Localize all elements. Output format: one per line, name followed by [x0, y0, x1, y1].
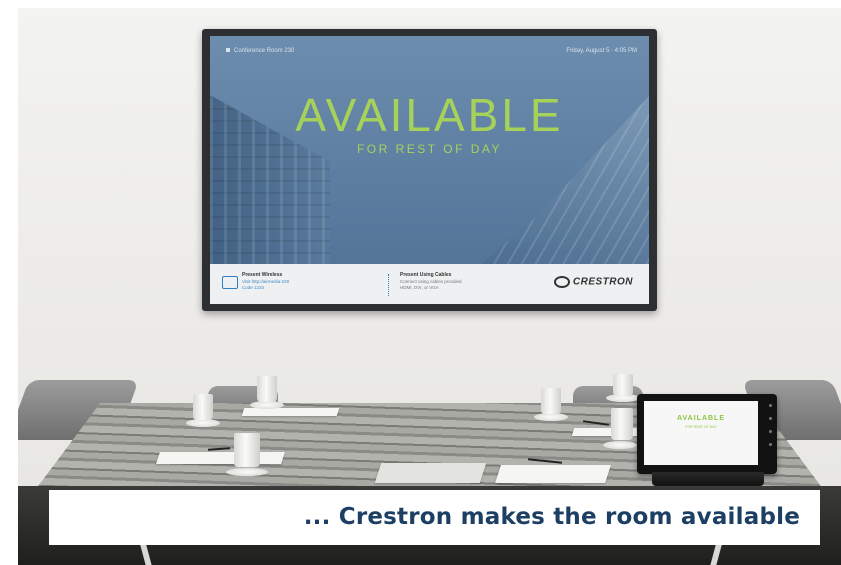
cable-present-icon	[388, 274, 395, 296]
crestron-logo: CRESTRON	[553, 276, 633, 288]
room-name: Conference Room 230	[226, 48, 294, 54]
notepad	[241, 408, 340, 416]
touch-panel-status: AVAILABLE	[676, 415, 726, 422]
hard-button[interactable]	[769, 430, 772, 433]
saucer	[250, 401, 284, 409]
room-touch-panel[interactable]: AVAILABLE FOR REST OF DAY	[637, 394, 777, 474]
saucer	[534, 413, 568, 421]
present-cables-instructions: Connect using cables provided	[400, 279, 462, 284]
saucer	[226, 468, 268, 476]
conference-room-photo: Conference Room 230 Friday, August 5 · 4…	[18, 8, 841, 565]
notepad	[571, 428, 645, 436]
coffee-cup	[234, 433, 260, 467]
present-wireless-code: Code 1234	[242, 285, 265, 290]
saucer	[603, 441, 637, 449]
coffee-cup	[611, 408, 633, 440]
notepad	[374, 463, 487, 483]
present-cables-title: Present Using Cables	[400, 272, 452, 278]
room-schedule-screen: Conference Room 230 Friday, August 5 · 4…	[210, 36, 649, 304]
wireless-present-icon	[222, 276, 238, 289]
caption-text: ... Crestron makes the room available	[303, 504, 800, 530]
touch-panel-buttons[interactable]	[769, 404, 773, 456]
date-time: Friday, August 5 · 4:05 PM	[566, 48, 637, 54]
room-dot-icon	[226, 48, 230, 53]
coffee-cup	[613, 374, 633, 396]
hard-button[interactable]	[769, 404, 772, 407]
crestron-logo-text: CRESTRON	[572, 276, 633, 288]
touch-panel-substatus: FOR REST OF DAY	[685, 425, 717, 429]
touch-panel-stand	[652, 472, 764, 486]
present-wireless-url: Visit http://airmedia-230	[242, 279, 290, 284]
room-name-label: Conference Room 230	[234, 48, 295, 54]
coffee-cup	[541, 388, 561, 414]
hard-button[interactable]	[769, 417, 772, 420]
saucer	[186, 419, 220, 427]
notepad	[156, 452, 285, 464]
present-wireless-title: Present Wireless	[242, 272, 283, 278]
present-info-bar: Present Wireless Visit http://airmedia-2…	[210, 264, 649, 304]
wall-display: Conference Room 230 Friday, August 5 · 4…	[202, 29, 657, 311]
coffee-cup	[257, 376, 277, 402]
availability-status: AVAILABLE	[295, 89, 564, 141]
present-cables-types: HDMI, DVI, or VGA	[400, 285, 439, 290]
coffee-cup	[193, 394, 213, 420]
touch-panel-screen[interactable]: AVAILABLE FOR REST OF DAY	[644, 401, 758, 465]
availability-substatus: FOR REST OF DAY	[356, 142, 503, 156]
caption-banner: ... Crestron makes the room available	[49, 490, 820, 545]
crestron-logo-icon	[553, 276, 570, 288]
hard-button[interactable]	[769, 443, 772, 446]
notepad	[495, 465, 611, 483]
